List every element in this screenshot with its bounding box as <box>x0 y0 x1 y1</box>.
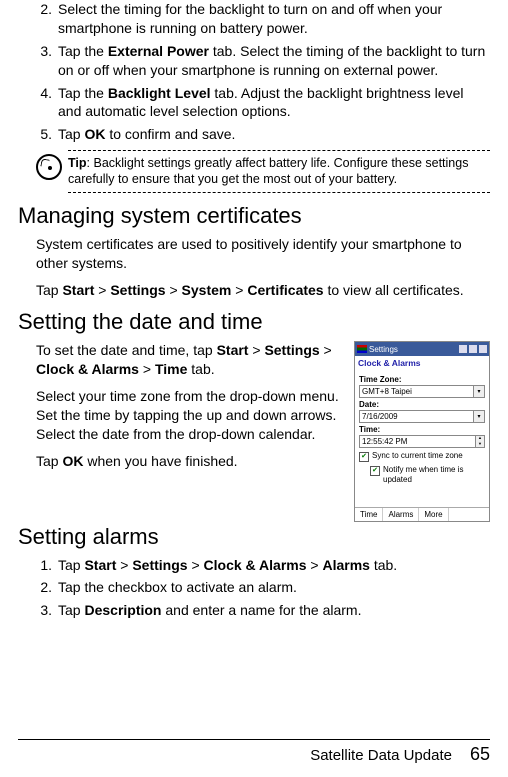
cert-para-2: Tap Start > Settings > System > Certific… <box>36 281 490 300</box>
tab-time[interactable]: Time <box>355 508 383 521</box>
step-5: 5.Tap OK to confirm and save. <box>36 125 490 144</box>
chevron-down-icon[interactable]: ▾ <box>474 410 485 423</box>
tz-dropdown[interactable]: GMT+8 Taipei <box>359 385 474 398</box>
date-dropdown[interactable]: 7/16/2009 <box>359 410 474 423</box>
close-icon <box>479 345 487 353</box>
tab-more[interactable]: More <box>419 508 448 521</box>
alarm-steps: 1.Tap Start > Settings > Clock & Alarms … <box>36 556 490 621</box>
tz-label: Time Zone: <box>359 375 485 384</box>
alarm-step-3: 3.Tap Description and enter a name for t… <box>36 601 490 620</box>
heading-certificates: Managing system certificates <box>18 203 490 229</box>
time-label: Time: <box>359 425 485 434</box>
time-field[interactable]: 12:55:42 PM <box>359 435 476 448</box>
phone-screenshot: Settings Clock & Alarms Time Zone: GMT+8… <box>354 341 490 521</box>
time-para-1: To set the date and time, tap Start > Se… <box>36 341 346 379</box>
phone-titlebar: Settings <box>355 342 489 356</box>
heading-alarms: Setting alarms <box>18 524 490 550</box>
time-para-2: Select your time zone from the drop-down… <box>36 387 346 444</box>
footer-title: Satellite Data Update <box>310 747 452 764</box>
page-footer: Satellite Data Update 65 <box>18 739 490 765</box>
date-label: Date: <box>359 400 485 409</box>
signal-icon <box>459 345 467 353</box>
heading-date-time: Setting the date and time <box>18 309 490 335</box>
phone-bottom-tabs: Time Alarms More <box>355 507 489 521</box>
sync-checkbox[interactable]: ✔ <box>359 452 369 462</box>
step-2: 2.Select the timing for the backlight to… <box>36 0 490 38</box>
tip-text: Tip: Backlight settings greatly affect b… <box>68 150 490 193</box>
page-number: 65 <box>470 744 490 765</box>
backlight-steps: 2.Select the timing for the backlight to… <box>18 0 490 144</box>
tip-callout: Tip: Backlight settings greatly affect b… <box>18 150 490 193</box>
time-para-3: Tap OK when you have finished. <box>36 452 346 471</box>
step-3: 3.Tap the External Power tab. Select the… <box>36 42 490 80</box>
tab-alarms[interactable]: Alarms <box>383 508 419 521</box>
time-spinner[interactable]: ▲▼ <box>476 435 485 448</box>
start-flag-icon <box>357 345 367 353</box>
phone-screen-title: Clock & Alarms <box>355 356 489 370</box>
step-4: 4.Tap the Backlight Level tab. Adjust th… <box>36 84 490 122</box>
tip-icon <box>36 154 62 180</box>
alarm-step-2: 2.Tap the checkbox to activate an alarm. <box>36 578 490 597</box>
chevron-down-icon[interactable]: ▾ <box>474 385 485 398</box>
alarm-step-1: 1.Tap Start > Settings > Clock & Alarms … <box>36 556 490 575</box>
cert-para-1: System certificates are used to positive… <box>36 235 490 273</box>
notify-checkbox[interactable]: ✔ <box>370 466 380 476</box>
volume-icon <box>469 345 477 353</box>
